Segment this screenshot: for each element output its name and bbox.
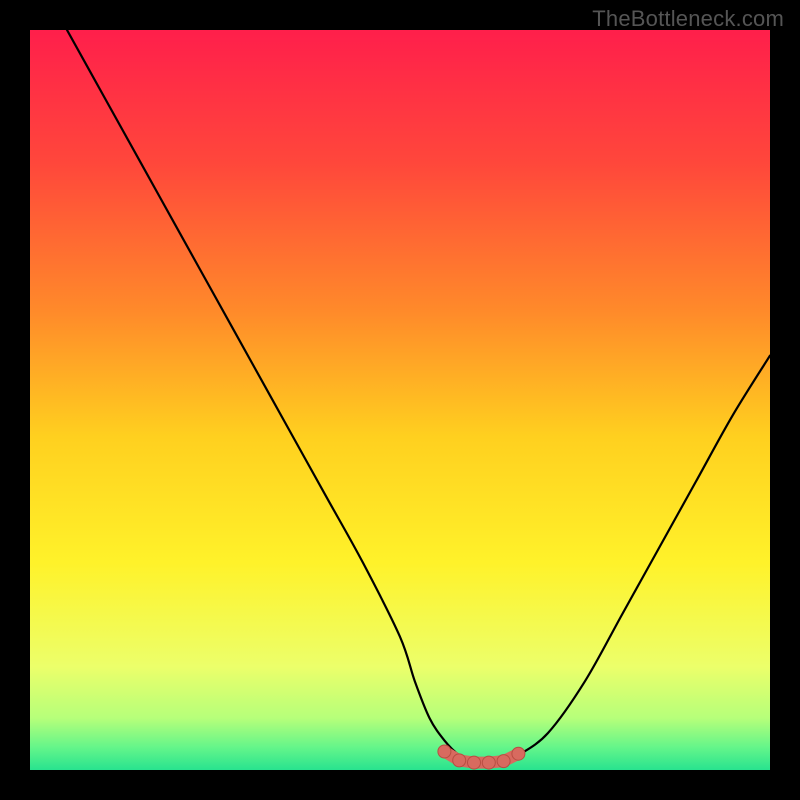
optimal-marker — [512, 747, 525, 760]
optimal-zone-markers — [438, 745, 525, 769]
chart-frame: TheBottleneck.com — [0, 0, 800, 800]
optimal-marker — [482, 756, 495, 769]
optimal-marker — [468, 756, 481, 769]
watermark-text: TheBottleneck.com — [592, 6, 784, 32]
plot-area — [30, 30, 770, 770]
optimal-marker — [453, 754, 466, 767]
bottleneck-curve — [67, 30, 770, 763]
optimal-marker — [497, 755, 510, 768]
optimal-marker — [438, 745, 451, 758]
curve-layer — [30, 30, 770, 770]
